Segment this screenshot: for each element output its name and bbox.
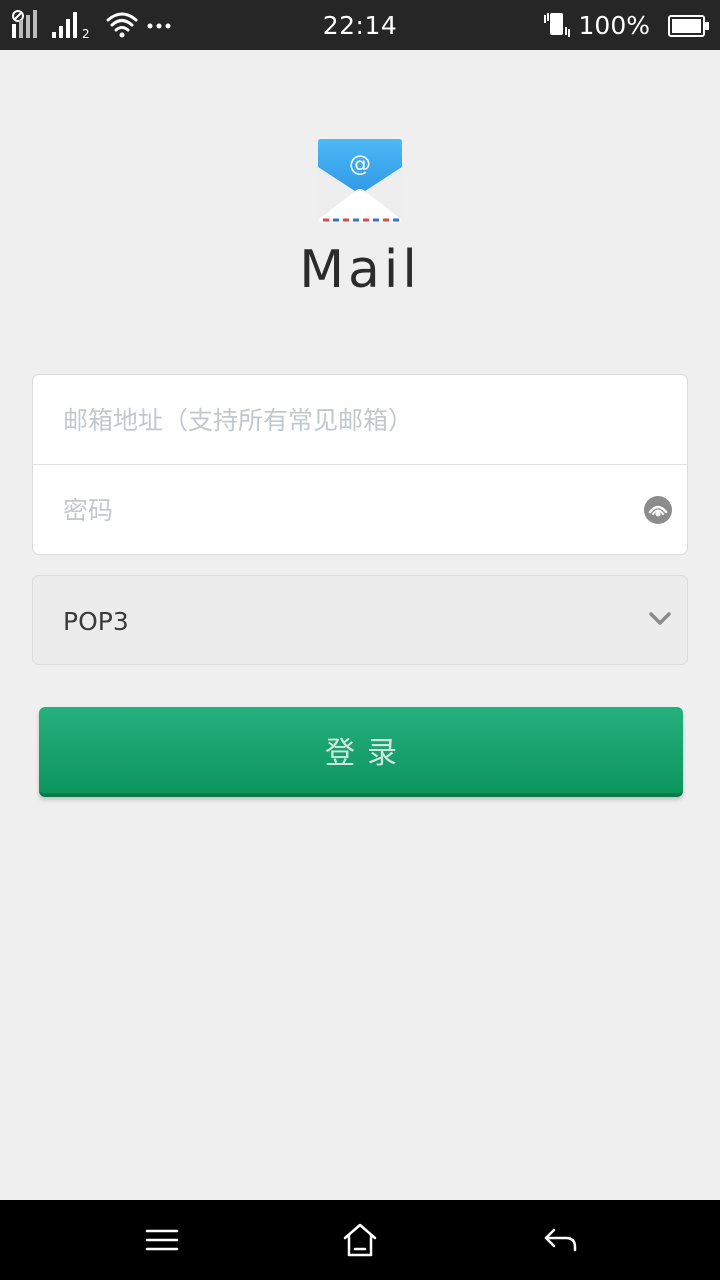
status-bar: 2 22:14 100% — [0, 0, 720, 50]
credentials-card — [32, 374, 688, 555]
back-icon[interactable] — [540, 1220, 580, 1260]
app-title: Mail — [299, 240, 421, 300]
email-field-row — [33, 375, 687, 465]
protocol-select[interactable]: POP3 — [32, 575, 688, 665]
menu-icon[interactable] — [142, 1220, 182, 1260]
chevron-down-icon — [649, 612, 671, 625]
eye-icon[interactable] — [644, 496, 672, 524]
home-icon[interactable] — [340, 1220, 380, 1260]
email-input[interactable] — [63, 375, 623, 465]
login-button[interactable]: 登录 — [39, 707, 683, 797]
password-field-row — [33, 465, 687, 555]
protocol-selected-value: POP3 — [63, 607, 129, 636]
vibrate-icon — [544, 13, 570, 37]
mail-envelope-icon: @ — [315, 136, 405, 228]
svg-text:@: @ — [349, 152, 371, 177]
password-input[interactable] — [63, 465, 623, 555]
navigation-bar — [0, 1200, 720, 1280]
battery-icon — [668, 15, 709, 37]
battery-percent: 100% — [578, 11, 650, 40]
